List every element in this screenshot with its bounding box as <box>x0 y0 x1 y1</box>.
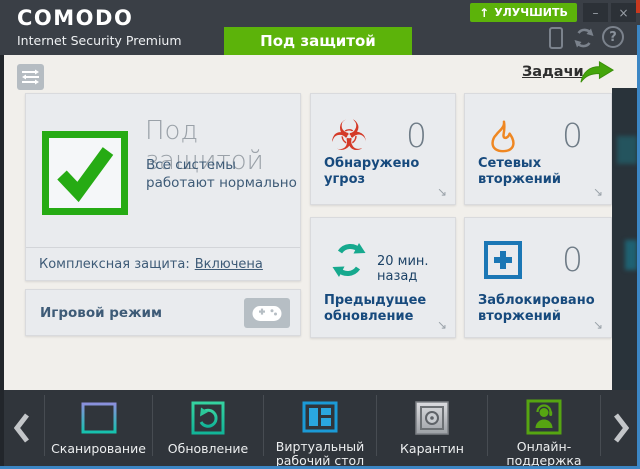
biohazard-icon: ☣ <box>330 111 368 160</box>
expand-icon[interactable]: ↘ <box>593 185 603 199</box>
tile-network-intrusions[interactable]: 0 Сетевых вторжений ↘ <box>464 93 612 205</box>
network-intrusions-count: 0 <box>562 116 583 155</box>
close-button[interactable]: × <box>611 3 636 22</box>
tasks-link[interactable]: Задачи <box>522 64 584 80</box>
check-square-icon <box>42 131 128 215</box>
peek-fragment <box>625 240 637 270</box>
dock-label: Виртуальный рабочий стол <box>275 439 365 469</box>
up-arrow-icon: ↑ <box>479 5 490 20</box>
flame-icon <box>481 114 525 158</box>
tab-protected-status[interactable]: Под защитой <box>224 27 412 55</box>
last-update-time: 20 мин. назад <box>377 254 429 284</box>
minimize-button[interactable]: – <box>583 3 608 22</box>
upgrade-label: УЛУЧШИТЬ <box>494 6 568 19</box>
gamepad-icon <box>252 305 282 321</box>
chevron-right-icon <box>613 413 629 443</box>
settings-sliders-button[interactable] <box>17 64 44 90</box>
dock-scroll-right-button[interactable] <box>601 390 640 466</box>
quarantine-vault-icon <box>412 397 452 439</box>
dock-label: Карантин <box>400 441 464 456</box>
sync-icon[interactable] <box>572 26 596 54</box>
plus-square-icon <box>481 238 525 282</box>
tile-threats-detected[interactable]: ☣ 0 Обнаружено угроз ↘ <box>310 93 456 205</box>
task-dock: Сканирование Обновление Виртуальный рабо… <box>0 390 640 469</box>
window-left-border <box>0 55 4 466</box>
help-icon[interactable]: ? <box>602 26 624 48</box>
update-icon <box>188 397 228 439</box>
network-intrusions-label: Сетевых вторжений <box>478 155 561 187</box>
online-support-icon <box>524 397 564 437</box>
threats-count: 0 <box>406 116 427 155</box>
upgrade-button[interactable]: ↑ УЛУЧШИТЬ <box>470 3 577 22</box>
game-mode-toggle-button[interactable] <box>244 298 290 328</box>
screen-edge-artifact <box>636 0 640 13</box>
protection-value-link[interactable]: Включена <box>195 257 263 272</box>
dock-scroll-left-button[interactable] <box>0 390 44 466</box>
status-message: Все системы работают нормально <box>146 157 297 192</box>
dock-label: Обновление <box>167 441 249 456</box>
comodo-logo: COMODO <box>17 6 134 30</box>
last-update-label: Предыдущее обновление <box>324 292 427 324</box>
product-name: Internet Security Premium <box>17 33 182 48</box>
dock-item-scan[interactable]: Сканирование <box>45 390 152 466</box>
dock-item-virtual-desktop[interactable]: Виртуальный рабочий стол <box>264 390 376 469</box>
peek-fragment <box>617 136 637 164</box>
expand-icon[interactable]: ↘ <box>437 318 447 332</box>
dock-item-update[interactable]: Обновление <box>153 390 263 466</box>
expand-icon[interactable]: ↘ <box>593 318 603 332</box>
game-mode-card: Игровой режим <box>25 289 301 336</box>
sliders-icon <box>22 69 39 85</box>
mobile-device-icon[interactable] <box>549 27 563 49</box>
blocked-intrusions-label: Заблокировано вторжений <box>478 292 595 324</box>
scan-icon <box>79 397 119 439</box>
blocked-intrusions-count: 0 <box>562 240 583 279</box>
tasks-arrow-icon[interactable] <box>578 59 615 91</box>
title-bar: COMODO Internet Security Premium Под защ… <box>0 0 640 55</box>
virtual-desktop-icon <box>300 397 340 437</box>
threats-label: Обнаружено угроз <box>324 155 420 187</box>
protection-status-card[interactable]: Под защитой Все системы работают нормаль… <box>25 93 301 281</box>
dock-label: Онлайн-поддержка <box>506 439 582 469</box>
refresh-icon <box>327 238 371 282</box>
tile-last-update[interactable]: 20 мин. назад Предыдущее обновление ↘ <box>310 217 456 338</box>
game-mode-label: Игровой режим <box>40 305 163 321</box>
app-window: COMODO Internet Security Premium Под защ… <box>0 0 640 469</box>
protection-label: Комплексная защита: <box>39 256 190 272</box>
dock-item-online-support[interactable]: Онлайн-поддержка <box>488 390 600 469</box>
expand-icon[interactable]: ↘ <box>437 185 447 199</box>
chevron-left-icon <box>14 413 29 443</box>
tile-blocked-intrusions[interactable]: 0 Заблокировано вторжений ↘ <box>464 217 612 338</box>
protection-summary-row: Комплексная защита: Включена <box>26 247 300 280</box>
dock-item-quarantine[interactable]: Карантин <box>377 390 487 466</box>
dock-label: Сканирование <box>51 441 146 456</box>
carousel-peek-strip <box>612 88 637 390</box>
